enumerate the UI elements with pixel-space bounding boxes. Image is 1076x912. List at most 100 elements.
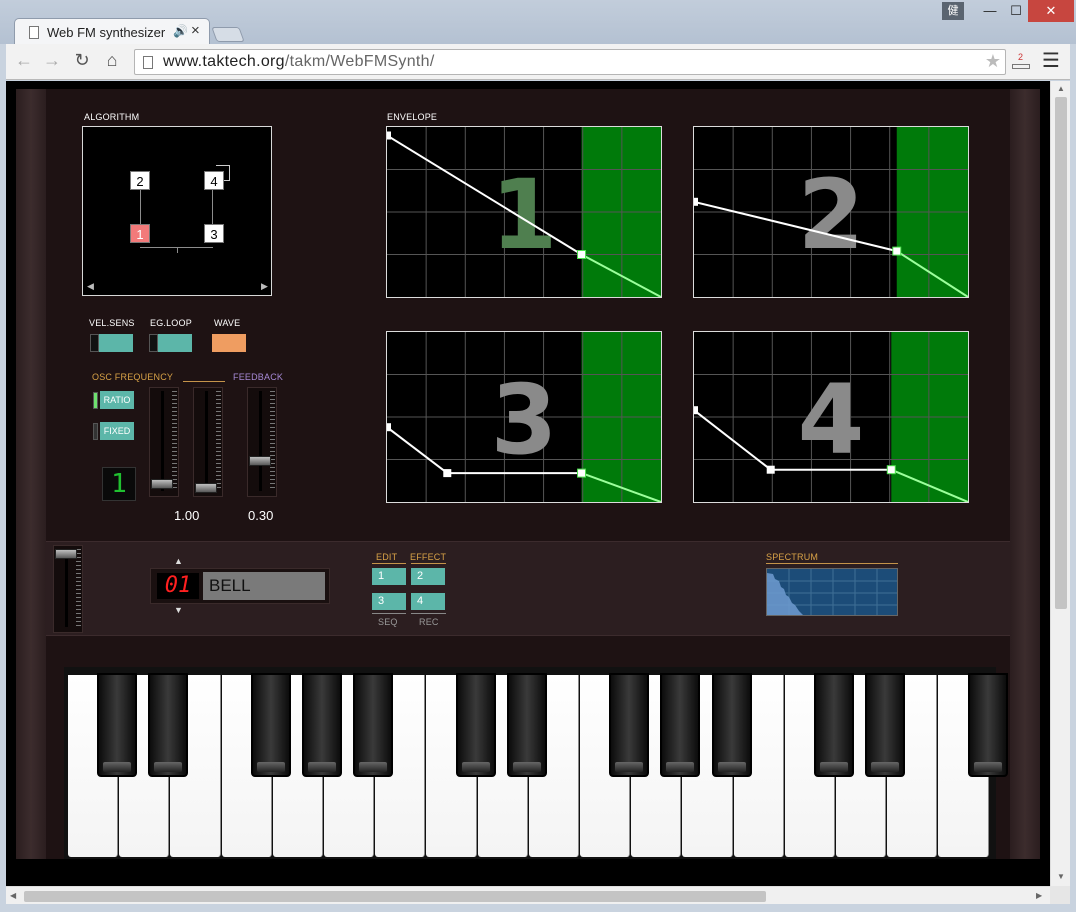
envelope-point[interactable] <box>387 423 391 432</box>
preset-number: 01 <box>157 573 199 599</box>
fine-frequency-slider[interactable] <box>193 387 223 497</box>
effect-label: EFFECT <box>410 552 447 562</box>
envelope-3-graph[interactable]: 3 <box>386 331 662 503</box>
envelope-number: 4 <box>798 364 865 476</box>
page-viewport: ALGORITHM 2 4 1 3 ◀ ▶ VEL.SENS EG.LOOP W… <box>6 81 1050 886</box>
close-tab-icon[interactable]: × <box>191 22 200 39</box>
scroll-down-icon[interactable]: ▼ <box>1057 872 1065 881</box>
feedback-label: FEEDBACK <box>233 372 284 382</box>
spectrum-underline <box>766 563 898 564</box>
preset-display: 01 BELL <box>150 568 330 604</box>
envelope-number: 1 <box>491 159 558 271</box>
slider-groove <box>205 391 208 491</box>
home-icon[interactable]: ⌂ <box>100 50 124 71</box>
scrollbar-corner <box>1050 886 1070 904</box>
black-key[interactable] <box>814 673 854 777</box>
envelope-1-graph[interactable]: 1 <box>386 126 662 298</box>
scroll-up-icon[interactable]: ▲ <box>1057 84 1065 93</box>
rec-label: REC <box>419 617 439 627</box>
black-key[interactable] <box>250 673 291 777</box>
black-key[interactable] <box>609 673 650 777</box>
algorithm-prev-icon[interactable]: ◀ <box>87 281 94 292</box>
speaker-icon[interactable]: 🔊 <box>173 24 188 38</box>
black-key[interactable] <box>506 673 547 777</box>
seq-label: SEQ <box>378 617 398 627</box>
vel-sens-label: VEL.SENS <box>89 318 135 328</box>
ratio-label: RATIO <box>100 391 134 409</box>
mode-button-3[interactable]: 3 <box>372 593 406 610</box>
black-key[interactable] <box>455 673 496 777</box>
fixed-button[interactable]: FIXED <box>93 422 137 440</box>
bookmark-star-icon[interactable]: ★ <box>985 51 1001 72</box>
address-bar[interactable]: www.taktech.org/takm/WebFMSynth/ ★ <box>134 49 1006 75</box>
algorithm-label: ALGORITHM <box>84 112 140 122</box>
operator-4[interactable]: 4 <box>204 171 224 190</box>
horizontal-scroll-thumb[interactable] <box>24 891 766 902</box>
mode-button-2[interactable]: 2 <box>411 568 445 585</box>
envelope-svg: 4 <box>694 332 968 502</box>
coarse-frequency-slider[interactable] <box>149 387 179 497</box>
scroll-right-icon[interactable]: ▶ <box>1036 891 1042 900</box>
extension-icon[interactable]: 2 <box>1010 52 1032 72</box>
black-key[interactable] <box>660 673 701 777</box>
edit-underline <box>372 563 406 564</box>
mode-button-4[interactable]: 4 <box>411 593 445 610</box>
envelope-point[interactable] <box>443 469 452 478</box>
fixed-label: FIXED <box>100 422 134 440</box>
slider-handle[interactable] <box>55 548 77 559</box>
black-key[interactable] <box>97 673 138 777</box>
black-key[interactable] <box>865 673 906 777</box>
envelope-point[interactable] <box>694 406 698 415</box>
switch-body <box>99 334 133 352</box>
envelope-point[interactable] <box>577 250 587 259</box>
black-key[interactable] <box>711 673 752 777</box>
slider-handle[interactable] <box>249 455 271 466</box>
ratio-button[interactable]: RATIO <box>93 391 137 409</box>
user-profile-badge[interactable]: 健 <box>942 2 964 20</box>
vertical-scroll-thumb[interactable] <box>1055 97 1067 609</box>
black-key[interactable] <box>353 673 394 777</box>
algorithm-next-icon[interactable]: ▶ <box>261 281 268 292</box>
spectrum-display <box>766 568 898 616</box>
envelope-2-graph[interactable]: 2 <box>693 126 969 298</box>
operator-3[interactable]: 3 <box>204 224 224 243</box>
preset-down-icon[interactable]: ▼ <box>174 605 183 615</box>
envelope-point[interactable] <box>886 465 896 475</box>
master-volume-slider[interactable] <box>53 545 83 633</box>
slider-handle[interactable] <box>195 483 217 494</box>
url-text[interactable]: www.taktech.org/takm/WebFMSynth/ <box>163 53 435 71</box>
envelope-point[interactable] <box>387 131 391 140</box>
envelope-point[interactable] <box>892 246 902 256</box>
black-key[interactable] <box>148 673 189 777</box>
menu-icon[interactable]: ☰ <box>1042 48 1060 73</box>
algorithm-display[interactable]: 2 4 1 3 ◀ ▶ <box>82 126 272 296</box>
effect-underline <box>411 563 446 564</box>
horizontal-scrollbar[interactable]: ◀ ▶ <box>6 886 1050 904</box>
edit-label: EDIT <box>376 552 398 562</box>
piano-keyboard <box>64 667 1008 859</box>
ratio-led <box>93 392 98 409</box>
minimize-button[interactable]: — <box>976 0 1004 22</box>
new-tab-button[interactable] <box>211 27 245 42</box>
envelope-point[interactable] <box>577 468 587 478</box>
black-key[interactable] <box>302 673 342 777</box>
window-close-button[interactable]: ✕ <box>1028 0 1074 22</box>
slider-handle[interactable] <box>151 479 173 490</box>
feedback-slider[interactable] <box>247 387 277 497</box>
forward-icon[interactable]: → <box>40 50 64 71</box>
browser-tab[interactable]: Web FM synthesizer 🔊 × <box>14 18 210 46</box>
back-icon[interactable]: ← <box>12 50 36 71</box>
vertical-scrollbar[interactable]: ▲ ▼ <box>1050 81 1070 886</box>
scroll-left-icon[interactable]: ◀ <box>10 891 16 900</box>
reload-icon[interactable]: ↻ <box>70 50 94 71</box>
operator-2[interactable]: 2 <box>130 171 150 190</box>
wave-button[interactable] <box>212 334 246 352</box>
mode-button-1[interactable]: 1 <box>372 568 406 585</box>
envelope-point[interactable] <box>694 197 698 206</box>
preset-up-icon[interactable]: ▲ <box>174 556 183 566</box>
envelope-4-graph[interactable]: 4 <box>693 331 969 503</box>
black-key[interactable] <box>967 673 1008 777</box>
operator-1[interactable]: 1 <box>130 224 150 243</box>
maximize-button[interactable]: ☐ <box>1002 0 1030 22</box>
envelope-point[interactable] <box>766 465 775 474</box>
